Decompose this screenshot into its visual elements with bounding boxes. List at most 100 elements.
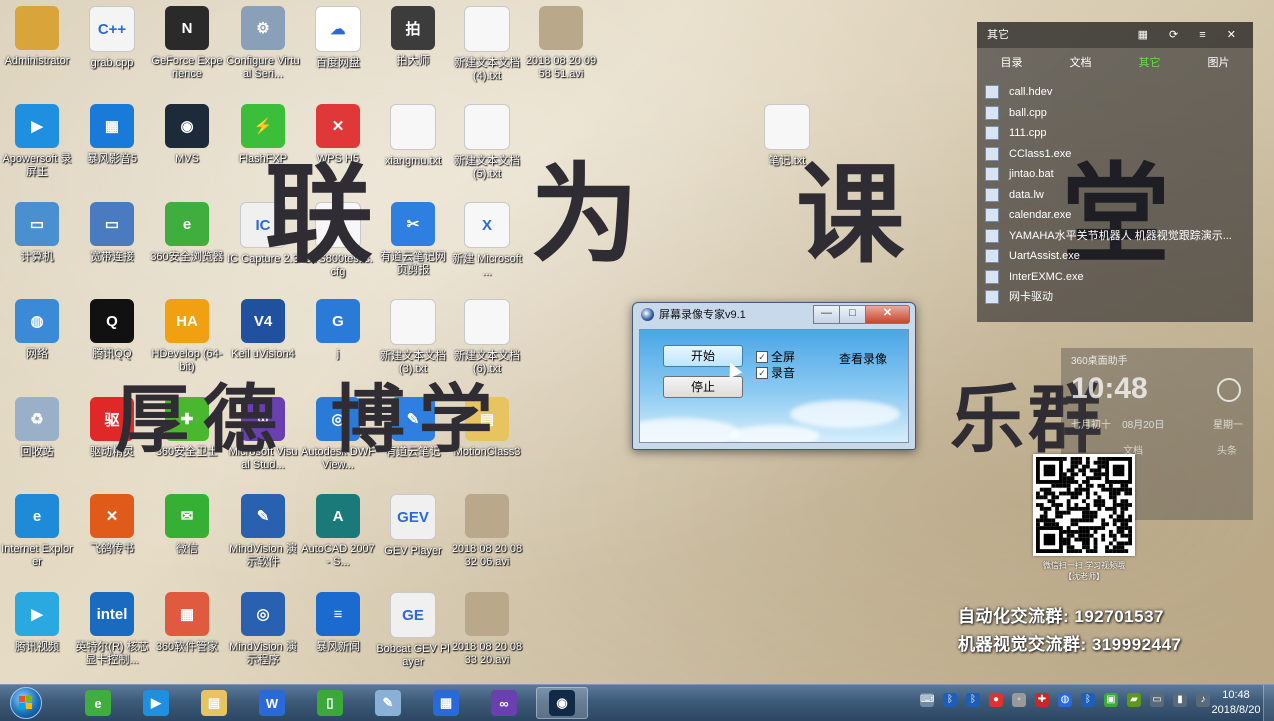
side-panel-file[interactable]: YAMAHA水平关节机器人 机器视觉跟踪演示... bbox=[985, 226, 1253, 247]
side-panel-tab[interactable]: 其它 bbox=[1115, 48, 1184, 78]
show-desktop-button[interactable] bbox=[1263, 685, 1274, 721]
audio-checkbox[interactable]: ✓ 录音 bbox=[756, 364, 795, 381]
desktop-icon-label: Administrator bbox=[4, 55, 70, 67]
desktop-icon[interactable]: Q 腾讯QQ bbox=[75, 299, 149, 361]
side-panel-file[interactable]: jintao.bat bbox=[985, 164, 1253, 185]
desktop-icon[interactable]: ♻ 回收站 bbox=[0, 397, 74, 459]
file-icon bbox=[985, 249, 999, 264]
desktop-icon-label: 计算机 bbox=[20, 251, 54, 263]
desktop-icon[interactable]: ▶ Apowersoft 录屏王 bbox=[0, 104, 74, 179]
taskbar-item-paint-app[interactable]: ✎ bbox=[362, 687, 414, 719]
desktop-icon[interactable]: Administrator bbox=[0, 6, 74, 68]
keyboard-icon[interactable]: ⌨ bbox=[920, 693, 934, 707]
wifi-signal-icon[interactable]: ▮ bbox=[1173, 693, 1187, 707]
desktop-icon[interactable]: ▶ 腾讯视频 bbox=[0, 592, 74, 654]
side-panel-file[interactable]: data.lw bbox=[985, 185, 1253, 206]
taskbar-item-video-app[interactable]: ▶ bbox=[130, 687, 182, 719]
taskbar-item-file-explorer[interactable]: ▤ bbox=[188, 687, 240, 719]
bluetooth-icon-2[interactable]: ᛒ bbox=[966, 693, 980, 707]
recorder-titlebar[interactable]: 屏幕录像专家v9.1 — □ ✕ bbox=[633, 303, 915, 327]
desktop-icon[interactable]: ≡ 暴风新闻 bbox=[301, 592, 375, 654]
desktop-icon[interactable]: 2018 08 20 08 32 06.avi bbox=[450, 494, 524, 569]
view-recordings-link[interactable]: 查看录像 bbox=[839, 350, 887, 367]
taskbar-item-plugin-app[interactable]: ▯ bbox=[304, 687, 356, 719]
taskbar-item-hdevelop[interactable]: ◉ bbox=[536, 687, 588, 719]
desktop-icon-image: ✎ bbox=[241, 494, 285, 538]
desktop-icon[interactable]: ▭ 计算机 bbox=[0, 202, 74, 264]
desktop-icon[interactable]: V4 Keil uVision4 bbox=[226, 299, 300, 361]
side-panel-tab[interactable]: 文档 bbox=[1046, 48, 1115, 78]
desktop-icon-image bbox=[465, 592, 509, 636]
recorder-client-area: 开始 停止 ✓ 全屏 ✓ 录音 查看录像 bbox=[639, 329, 909, 443]
widget-news-link[interactable]: 头条 bbox=[1217, 442, 1237, 457]
side-panel-tab[interactable]: 图片 bbox=[1184, 48, 1253, 78]
desktop-icon[interactable]: 2018 08 20 08 33 20.avi bbox=[450, 592, 524, 667]
maximize-button[interactable]: □ bbox=[839, 305, 866, 324]
side-panel-file[interactable]: calendar.exe bbox=[985, 205, 1253, 226]
desktop-icon-label: 2018 08 20 08 33 20.avi bbox=[451, 641, 523, 666]
desktop-icon[interactable]: ▦ 暴风影音5 bbox=[75, 104, 149, 166]
network-tray-icon[interactable]: ◍ bbox=[1058, 693, 1072, 707]
desktop-icon[interactable]: ▦ 360软件管家 bbox=[150, 592, 224, 654]
minimize-button[interactable]: — bbox=[813, 305, 840, 324]
taskbar-clock[interactable]: 10:48 2018/8/20 bbox=[1210, 688, 1262, 718]
desktop-icon-label: 百度网盘 bbox=[316, 57, 360, 69]
side-panel-file[interactable]: InterEXMC.exe bbox=[985, 267, 1253, 288]
taskbar-item-360-browser[interactable]: e bbox=[72, 687, 124, 719]
desktop-icon[interactable]: ✎ MindVision 演示软件 bbox=[226, 494, 300, 569]
file-name: InterEXMC.exe bbox=[1009, 270, 1084, 283]
bluetooth-icon[interactable]: ᛒ bbox=[943, 693, 957, 707]
display-icon[interactable]: ▭ bbox=[1150, 693, 1164, 707]
desktop-icon[interactable]: A AutoCAD 2007 - S... bbox=[301, 494, 375, 569]
volume-icon[interactable]: ♪ bbox=[1196, 693, 1210, 707]
stop-record-button[interactable]: 停止 bbox=[663, 376, 743, 398]
start-button[interactable] bbox=[5, 685, 47, 721]
bluetooth-icon-3[interactable]: ᛒ bbox=[1081, 693, 1095, 707]
desktop-icon[interactable]: GEV GEV Player bbox=[376, 494, 450, 558]
desktop-icon[interactable]: ◎ MindVision 演示程序 bbox=[226, 592, 300, 667]
desktop-icon[interactable]: 新建文本文档 (4).txt bbox=[450, 6, 524, 83]
desktop-icon[interactable]: ◍ 网络 bbox=[0, 299, 74, 361]
taskbar: e ▶ ▤ W ▯ ✎ ▦ ∞ ◉ ⌨ ᛒ ᛒ ● ◦ ✚ ◍ ᛒ ▣ ▰ ▭ ▮ ♪ 10:4… bbox=[0, 684, 1274, 721]
desktop-icon[interactable]: GE Bobcat GEV Player bbox=[376, 592, 450, 669]
desktop-icon[interactable]: ✉ 微信 bbox=[150, 494, 224, 556]
security-tray-icon[interactable]: ▣ bbox=[1104, 693, 1118, 707]
side-panel-file[interactable]: ball.cpp bbox=[985, 103, 1253, 124]
weather-sun-icon bbox=[1217, 378, 1241, 402]
desktop-icon[interactable]: Gj bbox=[301, 299, 375, 361]
desktop-icon-image bbox=[464, 299, 510, 345]
desktop-icon[interactable]: 2018 08 20 09 58 51.avi bbox=[524, 6, 598, 81]
desktop-icon[interactable]: e Internet Explorer bbox=[0, 494, 74, 569]
clock-date: 七月初十 08月20日 bbox=[1071, 416, 1164, 431]
desktop-icon[interactable]: ⚙ Configure Virtual Seri... bbox=[226, 6, 300, 81]
desktop-icon[interactable]: 拍拍大师 bbox=[376, 6, 450, 68]
side-panel-controls[interactable]: ▦ ⟳ ≡ ✕ bbox=[1138, 22, 1245, 48]
recorder-tray-icon[interactable]: ● bbox=[989, 693, 1003, 707]
nvidia-icon[interactable]: ▰ bbox=[1127, 693, 1141, 707]
desktop-icon[interactable]: intel 英特尔(R) 核芯显卡控制... bbox=[75, 592, 149, 667]
taskbar-item-visual-studio[interactable]: ∞ bbox=[478, 687, 530, 719]
taskbar-item-recorder-app[interactable]: ▦ bbox=[420, 687, 472, 719]
antivirus-icon[interactable]: ✚ bbox=[1035, 693, 1049, 707]
side-panel-tab[interactable]: 目录 bbox=[977, 48, 1046, 78]
side-panel-file[interactable]: 111.cpp bbox=[985, 123, 1253, 144]
taskbar-item-wps-writer[interactable]: W bbox=[246, 687, 298, 719]
fullscreen-checkbox[interactable]: ✓ 全屏 bbox=[756, 348, 795, 365]
desktop-icon[interactable]: C++ grab.cpp bbox=[75, 6, 149, 70]
desktop-icon[interactable]: e 360安全浏览器 bbox=[150, 202, 224, 264]
side-panel-file[interactable]: CClass1.exe bbox=[985, 144, 1253, 165]
side-panel-file[interactable]: 网卡驱动 bbox=[985, 287, 1253, 308]
desktop-icon[interactable]: ◉ MVS bbox=[150, 104, 224, 166]
desktop-icon-label: 拍大师 bbox=[396, 55, 430, 67]
side-panel-file[interactable]: call.hdev bbox=[985, 82, 1253, 103]
desktop-icon[interactable]: N GeForce Experience bbox=[150, 6, 224, 81]
clock-widget-title: 360桌面助手 bbox=[1071, 356, 1128, 367]
side-panel-file[interactable]: UartAssist.exe bbox=[985, 246, 1253, 267]
desktop-icon[interactable]: ▭ 宽带连接 bbox=[75, 202, 149, 264]
desktop-icon[interactable]: ✕ 飞鸽传书 bbox=[75, 494, 149, 556]
desktop-icon[interactable]: ☁ 百度网盘 bbox=[301, 6, 375, 70]
disk-icon[interactable]: ◦ bbox=[1012, 693, 1026, 707]
desktop-icon-image: ▭ bbox=[15, 202, 59, 246]
weekday: 星期一 bbox=[1213, 420, 1243, 431]
close-button[interactable]: ✕ bbox=[865, 305, 910, 324]
